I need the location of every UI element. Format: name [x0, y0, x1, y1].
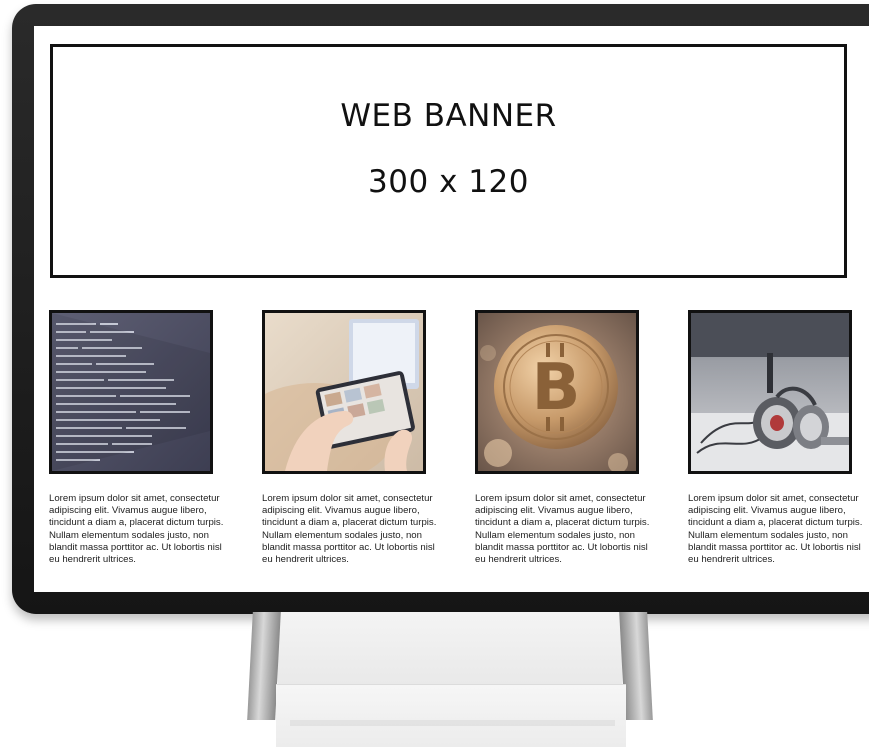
web-banner[interactable]: WEB BANNER 300 x 120: [50, 44, 847, 278]
monitor-stand-shadow: [290, 720, 615, 726]
card-image-tablet[interactable]: [262, 310, 426, 474]
card-description: Lorem ipsum dolor sit amet, consectetur …: [688, 493, 863, 566]
monitor-stand-base: [276, 684, 626, 747]
monitor-screen: WEB BANNER 300 x 120 Lorem ipsum dolor s…: [34, 26, 869, 592]
article-card[interactable]: Lorem ipsum dolor sit amet, consectetur …: [49, 310, 225, 566]
card-image-bitcoin[interactable]: B: [475, 310, 639, 474]
bitcoin-coin-photo-icon: B: [478, 313, 636, 471]
card-description: Lorem ipsum dolor sit amet, consectetur …: [262, 493, 437, 566]
tablet-hands-photo-icon: [265, 313, 423, 471]
monitor-stand-panel: [278, 612, 622, 684]
article-card[interactable]: B Lorem ipsum dolor sit amet, consectetu…: [475, 310, 651, 566]
banner-size: 300 x 120: [368, 164, 529, 200]
article-card[interactable]: Lorem ipsum dolor sit amet, consectetur …: [688, 310, 864, 566]
card-description: Lorem ipsum dolor sit amet, consectetur …: [49, 493, 224, 566]
monitor-mockup: WEB BANNER 300 x 120 Lorem ipsum dolor s…: [0, 0, 869, 749]
card-image-code-screen[interactable]: [49, 310, 213, 474]
banner-title: WEB BANNER: [340, 98, 557, 134]
svg-text:B: B: [532, 351, 581, 425]
article-card[interactable]: Lorem ipsum dolor sit amet, consectetur …: [262, 310, 438, 566]
card-description: Lorem ipsum dolor sit amet, consectetur …: [475, 493, 650, 566]
headphones-photo-icon: [691, 313, 849, 471]
card-image-headphones[interactable]: [688, 310, 852, 474]
code-screen-photo-icon: [52, 313, 210, 471]
